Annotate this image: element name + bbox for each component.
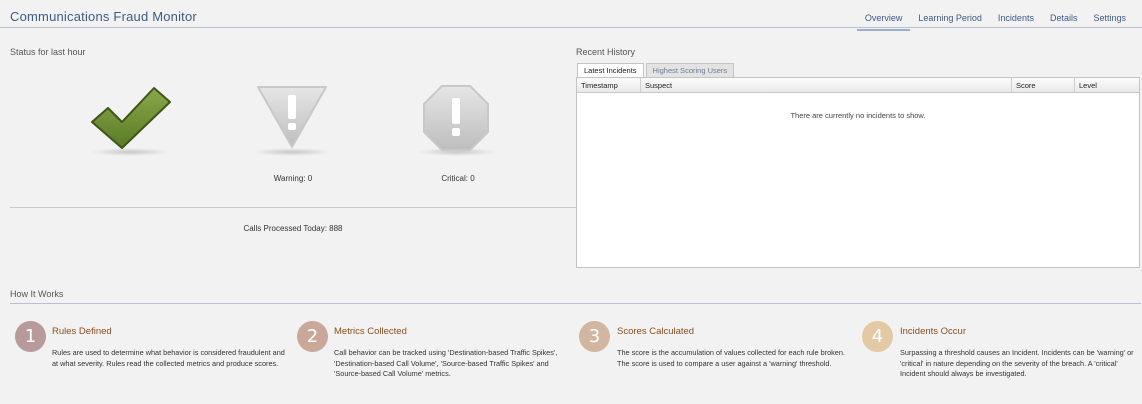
- critical-icon: [423, 85, 489, 151]
- empty-message: There are currently no incidents to show…: [790, 111, 926, 120]
- step-2-title: Metrics Collected: [334, 326, 407, 337]
- how-it-works-label: How It Works: [10, 289, 64, 299]
- step-3-number: 3: [579, 321, 610, 352]
- incidents-grid: Timestamp Suspect Score Level There are …: [576, 77, 1140, 268]
- tab-latest-incidents[interactable]: Latest Incidents: [577, 63, 644, 77]
- step-1-number: 1: [15, 321, 46, 352]
- status-divider: [10, 207, 576, 208]
- tab-highest-scoring-users[interactable]: Highest Scoring Users: [645, 63, 735, 77]
- header: Communications Fraud Monitor Overview Le…: [0, 0, 1142, 31]
- nav-settings[interactable]: Settings: [1085, 10, 1134, 31]
- history-tabs: Latest Incidents Highest Scoring Users: [577, 63, 736, 77]
- nav-incidents[interactable]: Incidents: [990, 10, 1042, 31]
- recent-history-label: Recent History: [576, 47, 636, 57]
- step-4-title: Incidents Occur: [900, 326, 966, 337]
- column-score[interactable]: Score: [1012, 78, 1075, 92]
- nav-overview[interactable]: Overview: [856, 10, 911, 31]
- calls-processed: Calls Processed Today: 888: [243, 224, 343, 233]
- main-nav: Overview Learning Period Incidents Detai…: [856, 10, 1134, 31]
- column-level[interactable]: Level: [1075, 78, 1139, 92]
- warning-shadow: [252, 148, 332, 156]
- warning-icon: [257, 86, 327, 148]
- step-2-text: Call behavior can be tracked using 'Dest…: [334, 348, 558, 378]
- status-section-label: Status for last hour: [10, 47, 86, 57]
- check-icon: [91, 87, 171, 149]
- step-3-title: Scores Calculated: [617, 326, 695, 337]
- step-3-text: The score is the accumulation of values …: [617, 348, 845, 368]
- critical-count: Critical: 0: [441, 174, 475, 183]
- step-4-text: Surpassing a threshold causes an Inciden…: [900, 348, 1134, 378]
- grid-header: Timestamp Suspect Score Level: [577, 78, 1139, 93]
- how-it-works-divider: [10, 303, 1141, 304]
- step-1-text: Rules are used to determine what behavio…: [52, 348, 285, 368]
- warning-count: Warning: 0: [273, 174, 313, 183]
- nav-learning-period[interactable]: Learning Period: [910, 10, 990, 31]
- nav-details[interactable]: Details: [1042, 10, 1086, 31]
- step-1-title: Rules Defined: [52, 326, 112, 337]
- column-suspect[interactable]: Suspect: [641, 78, 1012, 92]
- app-title: Communications Fraud Monitor: [10, 9, 197, 24]
- step-4-number: 4: [862, 321, 893, 352]
- step-2-number: 2: [297, 321, 328, 352]
- column-timestamp[interactable]: Timestamp: [577, 78, 641, 92]
